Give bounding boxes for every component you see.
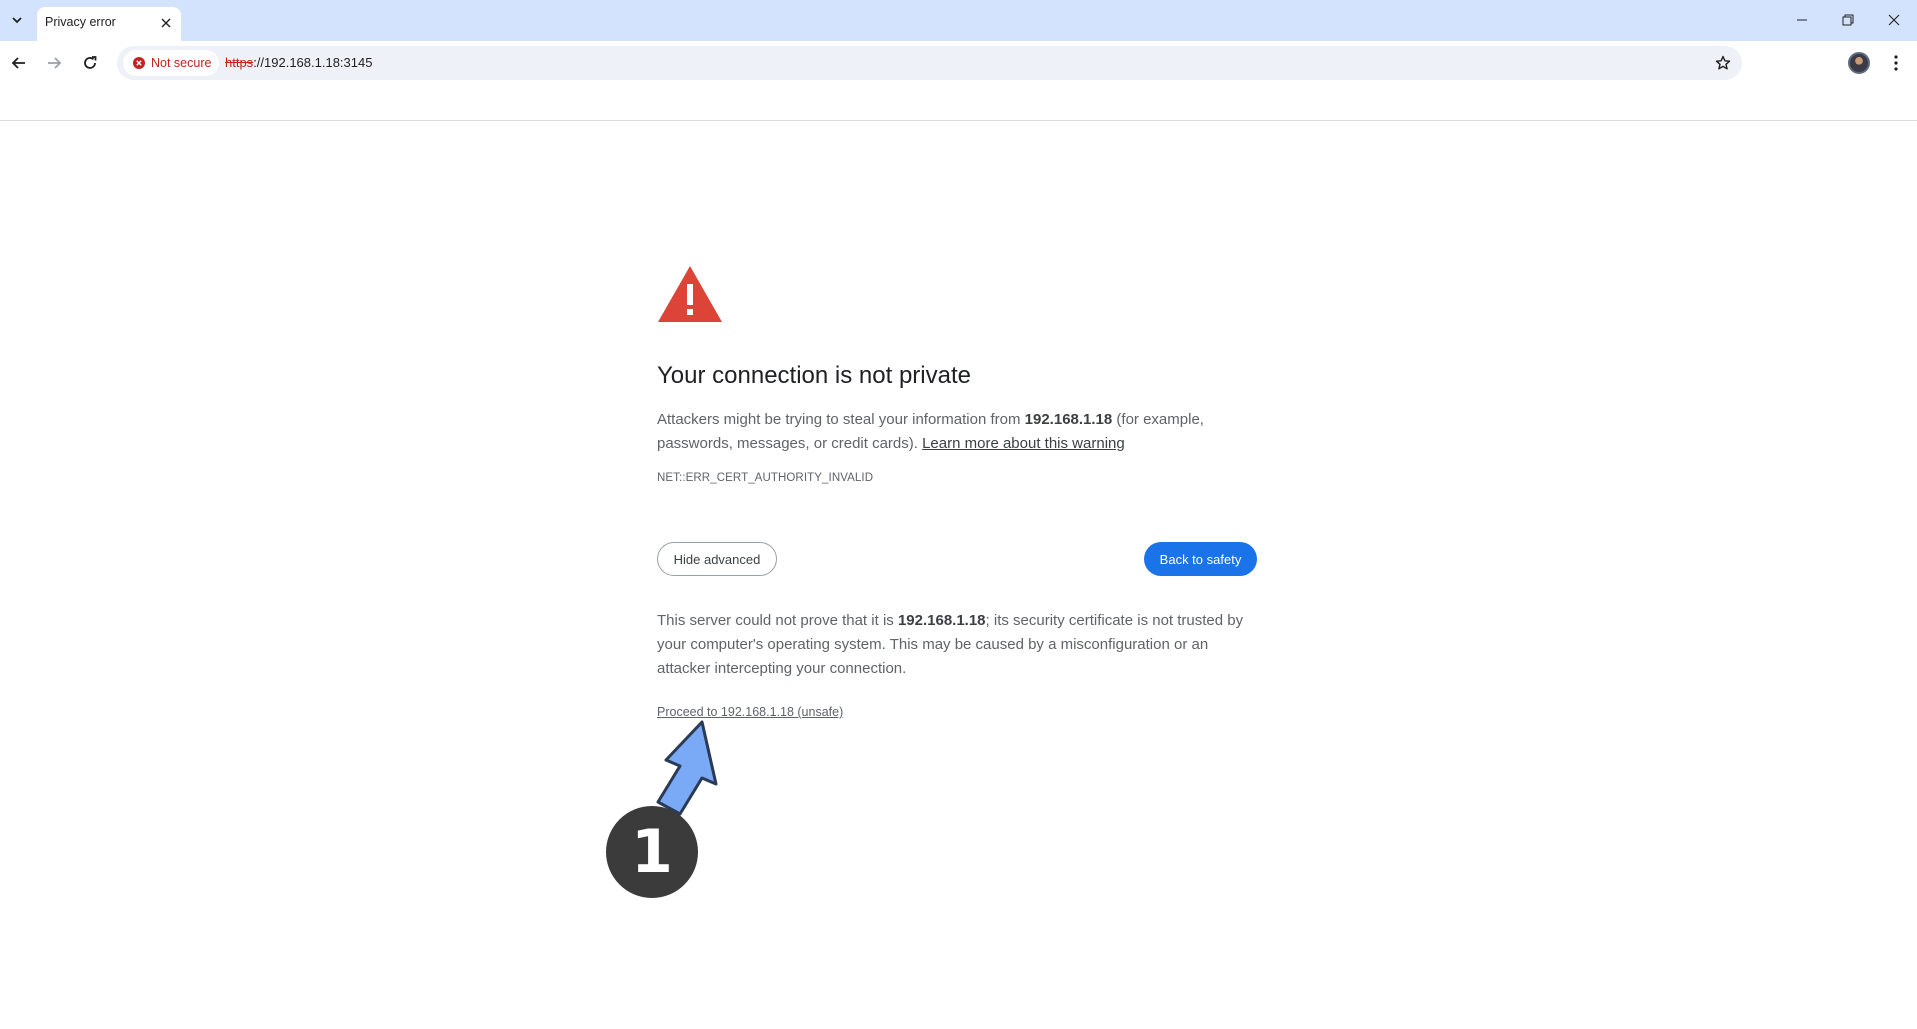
details-text: This server could not prove that it is — [657, 612, 898, 629]
bookmark-button[interactable] — [1712, 52, 1734, 74]
error-code: NET::ERR_CERT_AUTHORITY_INVALID — [657, 472, 874, 484]
active-tab[interactable]: Privacy error — [37, 7, 181, 41]
desc-text: Attackers might be trying to steal your … — [657, 411, 1025, 428]
desc-host: 192.168.1.18 — [1024, 411, 1113, 428]
security-chip[interactable]: Not secure — [123, 50, 219, 76]
annotation-arrow-icon — [656, 720, 718, 816]
browser-menu-button[interactable] — [1882, 49, 1910, 77]
back-to-safety-button[interactable]: Back to safety — [1144, 542, 1257, 576]
minimize-button[interactable] — [1779, 0, 1825, 40]
arrow-right-icon — [48, 57, 62, 69]
tab-search-button[interactable] — [4, 7, 30, 33]
forward-button[interactable] — [40, 49, 68, 77]
tab-title: Privacy error — [45, 15, 116, 29]
learn-more-link[interactable]: Learn more about this warning — [922, 435, 1125, 452]
page-title: Your connection is not private — [657, 362, 971, 389]
url-scheme: https — [225, 55, 254, 70]
close-window-button[interactable] — [1871, 0, 1917, 40]
url-host: ://192.168.1.18:3145 — [253, 55, 373, 70]
error-circle-icon — [133, 57, 145, 69]
proceed-unsafe-link[interactable]: Proceed to 192.168.1.18 (unsafe) — [657, 705, 843, 719]
address-bar[interactable]: Not secure https://192.168.1.18:3145 — [117, 46, 1742, 80]
reload-icon — [84, 56, 97, 69]
close-icon — [161, 18, 171, 28]
details-host: 192.168.1.18 — [897, 612, 986, 629]
hide-advanced-button[interactable]: Hide advanced — [657, 542, 777, 576]
step-number-badge: 1 — [606, 806, 698, 898]
profile-avatar[interactable] — [1848, 52, 1870, 74]
tab-close-button[interactable] — [157, 14, 175, 32]
minimize-icon — [1797, 19, 1807, 21]
kebab-menu-icon — [1894, 55, 1898, 71]
star-icon — [1715, 55, 1731, 70]
arrow-left-icon — [11, 57, 25, 69]
warning-description: Attackers might be trying to steal your … — [657, 408, 1257, 456]
url-text[interactable]: https://192.168.1.18:3145 — [225, 55, 372, 70]
back-button[interactable] — [5, 49, 33, 77]
close-icon — [1888, 14, 1900, 26]
reload-button[interactable] — [76, 49, 104, 77]
restore-icon — [1842, 14, 1854, 26]
restore-button[interactable] — [1825, 0, 1871, 40]
security-chip-label: Not secure — [151, 56, 212, 70]
chevron-down-icon — [12, 17, 22, 24]
browser-toolbar: Not secure https://192.168.1.18:3145 — [0, 41, 1917, 85]
toolbar-divider — [0, 120, 1917, 121]
warning-triangle-icon — [656, 264, 724, 329]
tab-strip: Privacy error — [0, 0, 1917, 41]
advanced-details: This server could not prove that it is 1… — [657, 609, 1257, 681]
